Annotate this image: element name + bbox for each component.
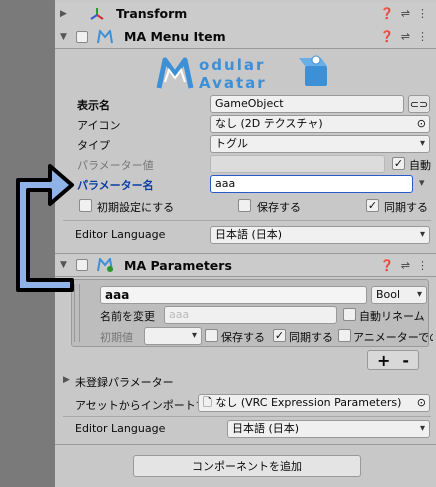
param-synced-checkbox[interactable]: ✓ (273, 329, 286, 342)
auto-label: 自動 (409, 159, 431, 172)
presets-icon[interactable]: ⇌ (401, 259, 410, 272)
presets-icon[interactable]: ⇌ (401, 7, 410, 20)
param-editor-language-dropdown[interactable]: 日本語 (日本) (227, 420, 430, 438)
param-saved-checkbox[interactable] (205, 329, 218, 342)
saved-checkbox[interactable] (238, 199, 251, 212)
svg-text:odular: odular (199, 56, 265, 74)
rename-field[interactable]: aaa (164, 306, 337, 324)
param-synced-label: 同期する (289, 331, 333, 344)
add-remove-group: + - (367, 350, 419, 370)
type-dropdown[interactable]: トグル (210, 135, 430, 153)
editor-language-dropdown[interactable]: 日本語 (日本) (210, 226, 430, 244)
svg-text:Avatar: Avatar (199, 74, 267, 92)
icon-value: なし (2D テクスチャ) (215, 117, 323, 130)
annotation-arrow (16, 164, 74, 292)
default-value-dropdown[interactable] (144, 327, 202, 345)
animator-label-clip: アニメーターでの名 (353, 329, 433, 345)
default-value-label: 初期値 (100, 331, 133, 344)
animator-checkbox[interactable] (338, 329, 351, 342)
help-icon[interactable]: ❓ (380, 7, 394, 20)
auto-rename-checkbox[interactable] (343, 308, 356, 321)
synced-checkbox[interactable]: ✓ (366, 199, 379, 212)
param-value-field (210, 155, 385, 173)
synced-label: 同期する (384, 201, 428, 214)
help-icon[interactable]: ❓ (380, 259, 394, 272)
transform-title: Transform (116, 6, 188, 21)
param-editor-language-label: Editor Language (75, 422, 166, 435)
context-menu-icon[interactable]: ⋮ (417, 7, 428, 20)
param-type-dropdown[interactable]: Bool (371, 286, 427, 304)
divider (63, 416, 431, 417)
param-name-dropdown-icon[interactable]: ▾ (419, 176, 425, 189)
animator-label: アニメーターでの名 (353, 331, 433, 344)
add-component-button[interactable]: コンポーネントを追加 (133, 455, 361, 477)
context-menu-icon[interactable]: ⋮ (417, 30, 428, 43)
auto-rename-label: 自動リネーム (359, 310, 425, 323)
import-from-asset-label: アセットからインポートする (75, 399, 218, 412)
add-parameter-button[interactable]: + (377, 351, 390, 370)
unregistered-params-label: 未登録パラメーター (75, 376, 174, 389)
unregistered-foldout-icon[interactable]: ▶ (63, 375, 70, 385)
presets-icon[interactable]: ⇌ (401, 30, 410, 43)
file-icon: 🗋 (203, 396, 212, 409)
context-menu-icon[interactable]: ⋮ (417, 259, 428, 272)
divider (55, 444, 436, 445)
display-name-field[interactable]: GameObject (210, 95, 404, 113)
link-icon: ⊂⊃ (409, 97, 429, 111)
rename-label: 名前を変更 (100, 310, 155, 323)
object-picker-icon[interactable]: ⊙ (417, 395, 426, 411)
object-picker-icon[interactable]: ⊙ (417, 116, 426, 132)
menu-item-title: MA Menu Item (124, 29, 226, 44)
parameters-title: MA Parameters (124, 257, 232, 273)
icon-field[interactable]: なし (2D テクスチャ) ⊙ (210, 115, 430, 133)
help-icon[interactable]: ❓ (380, 30, 394, 43)
auto-checkbox[interactable]: ✓ (392, 157, 405, 170)
modular-avatar-logo: odular Avatar (155, 52, 345, 92)
remove-parameter-button[interactable]: - (402, 351, 409, 370)
saved-label: 保存する (257, 201, 301, 214)
import-asset-field[interactable]: 🗋 なし (VRC Expression Parameters) ⊙ (198, 394, 430, 412)
param-entry-name-field[interactable]: aaa (100, 286, 367, 304)
param-name-field[interactable]: aaa (210, 175, 413, 193)
name-link-button[interactable]: ⊂⊃ (408, 95, 430, 113)
param-saved-label: 保存する (221, 331, 265, 344)
import-asset-value: なし (VRC Expression Parameters) (215, 396, 402, 409)
